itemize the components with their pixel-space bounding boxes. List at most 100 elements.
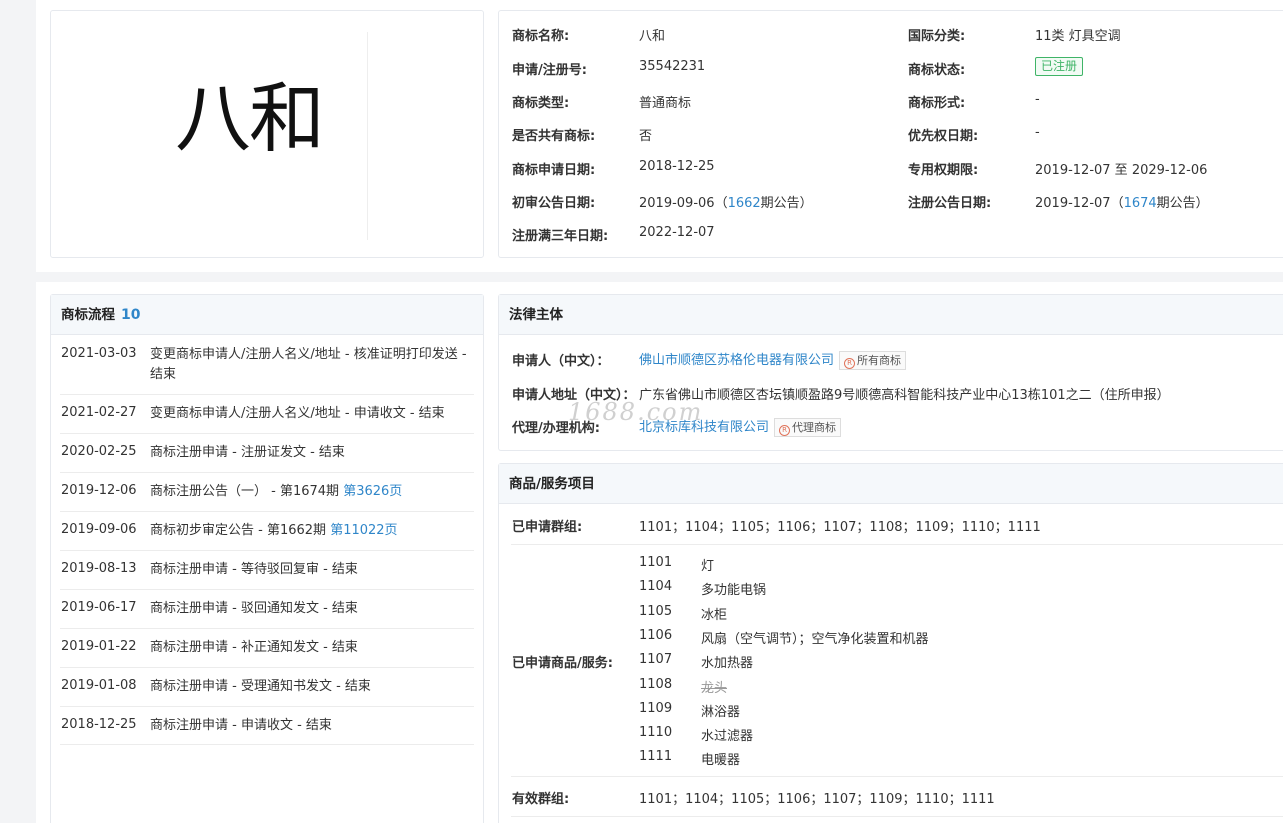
agent-trademarks-label: 代理商标	[792, 421, 837, 434]
history-date: 2019-09-06	[61, 522, 137, 537]
term-value: 2019-12-07 至 2029-12-06	[1035, 163, 1208, 178]
all-trademarks-tag[interactable]: R 所有商标	[839, 351, 907, 370]
trademark-image: 八和	[175, 74, 325, 163]
prelim-date: 2019-09-06	[639, 196, 715, 211]
registered-icon: R	[779, 425, 791, 436]
priority-label: 优先权日期:	[908, 129, 979, 144]
goods-code: 1106	[639, 628, 673, 643]
three-year-value: 2022-12-07	[639, 225, 715, 240]
prelim-date-label: 初审公告日期:	[512, 196, 596, 211]
history-count: 10	[121, 307, 141, 323]
valid-groups-value: 1101；1104；1105；1106；1107；1109；1110；1111	[639, 792, 995, 807]
history-text: 商标注册申请 - 等待驳回复审 - 结束	[150, 562, 358, 577]
history-row: 2021-02-27 变更商标申请人/注册人名义/地址 - 申请收文 - 结束	[60, 395, 474, 434]
history-header: 商标流程 10	[51, 295, 483, 335]
goods-code: 1111	[639, 749, 673, 764]
history-text: 商标注册申请 - 注册证发文 - 结束	[150, 445, 345, 460]
history-page-link[interactable]: 第11022页	[330, 523, 397, 538]
goods-name-invalid: 龙头	[701, 681, 728, 696]
term-label: 专用权期限:	[908, 163, 979, 178]
history-date: 2018-12-25	[61, 717, 137, 732]
goods-name: 风扇（空气调节）；空气净化装置和机器	[701, 632, 929, 647]
address-label: 申请人地址（中文）：	[512, 388, 636, 403]
goods-header: 商品/服务项目	[499, 464, 1283, 504]
divider	[511, 544, 1283, 545]
history-row: 2021-03-03 变更商标申请人/注册人名义/地址 - 核准证明打印发送 -…	[60, 335, 474, 395]
agent-link[interactable]: 北京标库科技有限公司	[639, 420, 769, 435]
items-label: 已申请商品/服务:	[512, 656, 613, 671]
history-date: 2019-08-13	[61, 561, 137, 576]
history-row: 2019-06-17 商标注册申请 - 驳回通知发文 - 结束	[60, 590, 474, 629]
applicant-value: 佛山市顺德区苏格伦电器有限公司 R 所有商标	[639, 349, 907, 370]
shared-label: 是否共有商标:	[512, 129, 596, 144]
apply-date-label: 商标申请日期:	[512, 163, 596, 178]
goods-name: 水过滤器	[701, 729, 754, 744]
status-badge: 已注册	[1035, 57, 1084, 76]
section-gap	[36, 272, 1283, 282]
history-row: 2020-02-25 商标注册申请 - 注册证发文 - 结束	[60, 434, 474, 473]
prelim-issue-suffix: 期公告）	[760, 196, 813, 211]
history-title: 商标流程	[61, 307, 115, 323]
legal-header: 法律主体	[499, 295, 1283, 335]
divider	[511, 776, 1283, 777]
goods-code: 1104	[639, 579, 673, 594]
history-text-main: 商标注册公告（一） - 第1674期	[150, 484, 344, 499]
history-date: 2019-01-08	[61, 678, 137, 693]
history-text: 商标注册申请 - 申请收文 - 结束	[150, 718, 332, 733]
shared-value: 否	[639, 129, 653, 144]
goods-code: 1101	[639, 555, 673, 570]
groups-label: 已申请群组:	[512, 520, 583, 535]
history-date: 2019-12-06	[61, 483, 137, 498]
priority-value: -	[1035, 125, 1040, 140]
history-page-link[interactable]: 第3626页	[343, 484, 402, 499]
applicant-link[interactable]: 佛山市顺德区苏格伦电器有限公司	[639, 353, 834, 368]
goods-name: 多功能电锅	[701, 583, 767, 598]
prelim-issue-open: （	[714, 196, 728, 211]
goods-name: 水加热器	[701, 656, 754, 671]
reg-notice-value: 2019-12-07（1674期公告）	[1035, 192, 1209, 211]
goods-code: 1107	[639, 652, 673, 667]
groups-value: 1101；1104；1105；1106；1107；1108；1109；1110；…	[639, 520, 1041, 535]
history-card: 商标流程 10 2021-03-03 变更商标申请人/注册人名义/地址 - 核准证…	[50, 294, 484, 823]
form-label: 商标形式:	[908, 96, 966, 111]
name-label: 商标名称:	[512, 29, 570, 44]
agent-trademarks-tag[interactable]: R 代理商标	[774, 418, 842, 437]
address-value: 广东省佛山市顺德区杏坛镇顺盈路9号顺德高科智能科技产业中心13栋101之二（住所…	[639, 388, 1170, 403]
goods-code: 1110	[639, 725, 673, 740]
reg-notice-label: 注册公告日期:	[908, 196, 992, 211]
class-value: 11类 灯具空调	[1035, 29, 1121, 44]
prelim-issue-link[interactable]: 1662	[728, 196, 761, 211]
history-text-main: 商标初步审定公告 - 第1662期	[150, 523, 331, 538]
trademark-info-card: 商标名称: 八和 申请/注册号: 35542231 商标类型: 普通商标 是否共…	[498, 10, 1283, 258]
type-value: 普通商标	[639, 96, 692, 111]
reg-no-value: 35542231	[639, 59, 706, 74]
history-date: 2021-03-03	[61, 346, 137, 361]
history-row: 2018-12-25 商标注册申请 - 申请收文 - 结束	[60, 707, 474, 745]
history-date: 2020-02-25	[61, 444, 137, 459]
three-year-label: 注册满三年日期:	[512, 229, 609, 244]
goods-name: 电暖器	[701, 753, 741, 768]
goods-code: 1105	[639, 604, 673, 619]
history-text: 商标注册申请 - 受理通知书发文 - 结束	[150, 679, 371, 694]
reg-issue-link[interactable]: 1674	[1124, 196, 1157, 211]
status-label: 商标状态:	[908, 63, 966, 78]
agent-label: 代理/办理机构:	[512, 421, 600, 436]
divider	[511, 816, 1283, 817]
goods-code: 1108	[639, 677, 673, 692]
history-row: 2019-09-06 商标初步审定公告 - 第1662期 第11022页	[60, 512, 474, 551]
apply-date-value: 2018-12-25	[639, 159, 715, 174]
prelim-date-value: 2019-09-06（1662期公告）	[639, 192, 813, 211]
history-row: 2019-12-06 商标注册公告（一） - 第1674期 第3626页	[60, 473, 474, 512]
history-date: 2021-02-27	[61, 405, 137, 420]
reg-no-label: 申请/注册号:	[512, 63, 587, 78]
applicant-label: 申请人（中文）：	[512, 354, 610, 369]
history-row: 2019-08-13 商标注册申请 - 等待驳回复审 - 结束	[60, 551, 474, 590]
type-label: 商标类型:	[512, 96, 570, 111]
history-date: 2019-01-22	[61, 639, 137, 654]
goods-code: 1109	[639, 701, 673, 716]
goods-name: 灯	[701, 559, 715, 574]
history-text: 商标注册申请 - 驳回通知发文 - 结束	[150, 601, 358, 616]
history-text: 商标初步审定公告 - 第1662期 第11022页	[150, 521, 470, 541]
history-row: 2019-01-22 商标注册申请 - 补正通知发文 - 结束	[60, 629, 474, 668]
legal-entity-card: 法律主体 申请人（中文）： 佛山市顺德区苏格伦电器有限公司 R 所有商标 申请人地址…	[498, 294, 1283, 451]
